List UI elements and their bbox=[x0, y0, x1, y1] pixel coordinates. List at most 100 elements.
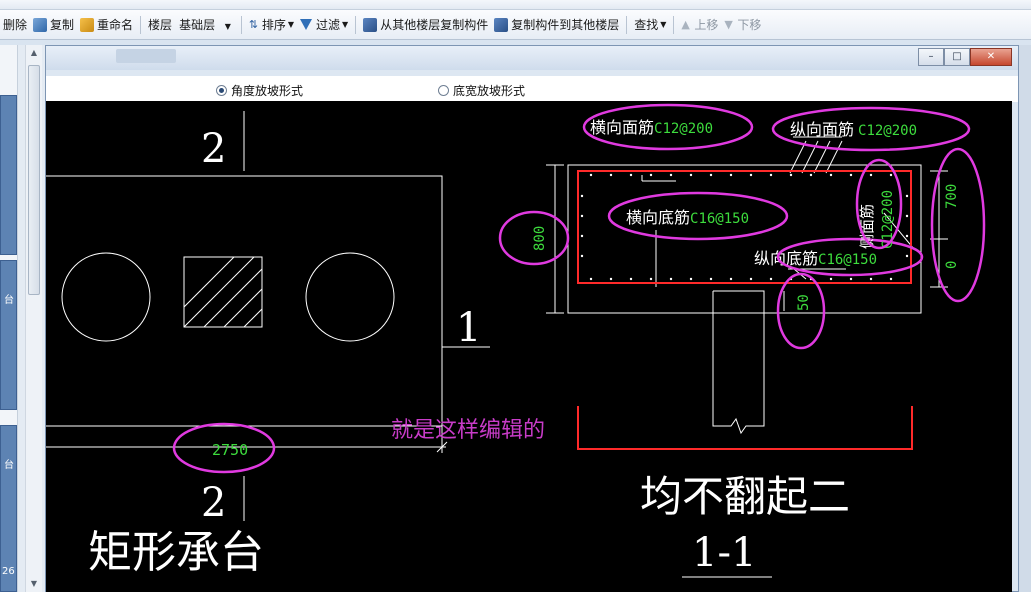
thumbnail-text: 台 bbox=[4, 460, 14, 471]
side-bar-value: C12@200 bbox=[880, 190, 896, 249]
chevron-down-icon: ▼ bbox=[287, 20, 295, 29]
toolbar-separator bbox=[673, 15, 675, 34]
chevron-down-icon: ▼ bbox=[660, 20, 667, 29]
transverse-bottom-label: 横向底筋C16@150 bbox=[626, 208, 749, 227]
thumbnail-2[interactable]: 台 bbox=[0, 260, 17, 410]
radio-angle-slope[interactable]: 角度放坡形式 bbox=[216, 82, 303, 99]
copy-from-other-floor-label: 从其他楼层复制构件 bbox=[380, 18, 489, 32]
pile-section bbox=[712, 290, 765, 435]
section-mark-bottom: 2 bbox=[201, 480, 226, 526]
copy-icon bbox=[33, 17, 48, 32]
radio-width-slope[interactable]: 底宽放坡形式 bbox=[438, 82, 525, 99]
transverse-top-label: 横向面筋C12@200 bbox=[590, 118, 713, 137]
thumbnail-1[interactable] bbox=[0, 95, 17, 255]
section-mark-right: 1 bbox=[456, 305, 481, 351]
panel-scrollbar[interactable]: ▲ ▼ bbox=[25, 45, 42, 592]
dim-0-group: 0 bbox=[944, 261, 960, 269]
slope-mode-options: 角度放坡形式 底宽放坡形式 bbox=[46, 76, 1018, 102]
scroll-up-icon[interactable]: ▲ bbox=[26, 45, 42, 61]
filter-icon bbox=[300, 19, 313, 30]
transverse-bottom-name: 横向底筋 bbox=[626, 208, 690, 227]
plan-title: 矩形承台 bbox=[88, 527, 264, 578]
window-edge bbox=[1019, 45, 1031, 592]
copy-from-other-floor-button[interactable]: 从其他楼层复制构件 bbox=[360, 14, 491, 36]
radio-selected-icon bbox=[216, 85, 227, 96]
height-dim-group: 800 bbox=[532, 226, 548, 251]
thumbnail-text: 台 bbox=[4, 295, 14, 306]
floor-value: 基础层 bbox=[179, 17, 216, 32]
cap-drawing-svg: 2 2 1 2750 矩形承台 就是这样编辑的 横向面筋C12@200 纵向面筋… bbox=[46, 103, 986, 578]
minimize-button[interactable]: – bbox=[918, 48, 944, 66]
scroll-down-icon[interactable]: ▼ bbox=[26, 576, 42, 592]
title-placeholder bbox=[116, 49, 176, 63]
annotation-note: 就是这样编辑的 bbox=[391, 418, 545, 443]
arrow-up-icon: ▲ bbox=[681, 17, 690, 31]
delete-label: 删除 bbox=[3, 18, 28, 32]
toolbar-separator bbox=[355, 15, 357, 34]
chevron-down-icon: ▼ bbox=[217, 21, 231, 31]
copy-label: 复制 bbox=[50, 18, 75, 32]
radio-unselected-icon bbox=[438, 85, 449, 96]
radio-width-label: 底宽放坡形式 bbox=[453, 84, 526, 98]
sort-label: 排序 bbox=[261, 18, 286, 32]
move-down-button[interactable]: ▼ 下移 bbox=[721, 14, 764, 36]
section-caption: 均不翻起二 bbox=[640, 472, 850, 521]
thumbnail-3[interactable]: 台 26 bbox=[0, 425, 17, 592]
section-name: 1-1 bbox=[692, 530, 756, 576]
sort-icon: ⇅ bbox=[248, 17, 259, 31]
floor-field: 楼层 基础层 ▼ bbox=[145, 14, 237, 36]
dim-700-group: 700 bbox=[944, 184, 960, 209]
sort-button[interactable]: ⇅ 排序 ▼ bbox=[246, 14, 297, 36]
height-dim-label: 800 bbox=[532, 226, 548, 251]
scroll-thumb[interactable] bbox=[28, 65, 40, 295]
maximize-button[interactable]: □ bbox=[944, 48, 970, 66]
app-window: 删除 复制 重命名 楼层 基础层 ▼ ⇅ 排序 ▼ 过滤 ▼ 从其他楼层复制构件 复制… bbox=[0, 0, 1031, 592]
cap-drawing-canvas: 2 2 1 2750 矩形承台 就是这样编辑的 横向面筋C12@200 纵向面筋… bbox=[46, 101, 1012, 592]
move-up-label: 上移 bbox=[694, 18, 719, 32]
toolbar-separator bbox=[140, 15, 142, 34]
move-up-button[interactable]: ▲ 上移 bbox=[678, 14, 721, 36]
rename-label: 重命名 bbox=[97, 18, 134, 32]
column-hatch bbox=[184, 257, 262, 327]
section-mark-top: 2 bbox=[201, 126, 226, 172]
toolbar-separator bbox=[626, 15, 628, 34]
copy-to-other-floor-button[interactable]: 复制构件到其他楼层 bbox=[491, 14, 622, 36]
close-button[interactable]: ✕ bbox=[970, 48, 1012, 66]
page-number: 26 bbox=[2, 566, 15, 577]
copy-to-floor-icon bbox=[494, 17, 509, 32]
pile-left bbox=[61, 252, 151, 342]
copy-to-other-floor-label: 复制构件到其他楼层 bbox=[511, 18, 620, 32]
filter-label: 过滤 bbox=[316, 18, 341, 32]
window-controls: – □ ✕ bbox=[918, 48, 1012, 66]
side-bar-value-group: C12@200 bbox=[880, 190, 896, 249]
component-toolbar: 删除 复制 重命名 楼层 基础层 ▼ ⇅ 排序 ▼ 过滤 ▼ 从其他楼层复制构件 复制… bbox=[0, 10, 1031, 40]
plan-dimension-label: 2750 bbox=[212, 441, 248, 459]
chevron-down-icon: ▼ bbox=[342, 20, 349, 29]
transverse-bottom-value: C16@150 bbox=[690, 211, 749, 227]
dim-50-label: 50 bbox=[796, 294, 812, 311]
move-down-label: 下移 bbox=[737, 18, 762, 32]
find-button[interactable]: 查找 ▼ bbox=[631, 14, 669, 36]
filter-button[interactable]: 过滤 ▼ bbox=[297, 14, 351, 36]
longitudinal-top-value: C12@200 bbox=[858, 123, 917, 139]
dim-700-label: 700 bbox=[944, 184, 960, 209]
longitudinal-bottom-value: C16@150 bbox=[818, 252, 877, 268]
arrow-down-icon: ▼ bbox=[724, 17, 733, 31]
component-thumbnails: 台 台 26 bbox=[0, 45, 18, 592]
transverse-top-name: 横向面筋 bbox=[590, 118, 654, 137]
copy-from-floor-icon bbox=[363, 17, 378, 32]
transverse-top-value: C12@200 bbox=[654, 121, 713, 137]
delete-button[interactable]: 删除 bbox=[0, 14, 30, 36]
floor-label: 楼层 bbox=[148, 18, 173, 32]
longitudinal-top-label: 纵向面筋 C12@200 bbox=[790, 120, 917, 139]
pile-cap-outline bbox=[46, 175, 443, 427]
rename-button[interactable]: 重命名 bbox=[77, 14, 136, 36]
top-menu-strip bbox=[0, 0, 1031, 10]
floor-select[interactable]: 基础层 ▼ bbox=[176, 16, 234, 34]
pile-right bbox=[305, 252, 395, 342]
longitudinal-bottom-label: 纵向底筋C16@150 bbox=[754, 249, 877, 268]
copy-button[interactable]: 复制 bbox=[30, 14, 77, 36]
highlight-ellipse bbox=[930, 147, 986, 303]
find-label: 查找 bbox=[634, 18, 659, 32]
dim-50-group: 50 bbox=[796, 294, 812, 311]
